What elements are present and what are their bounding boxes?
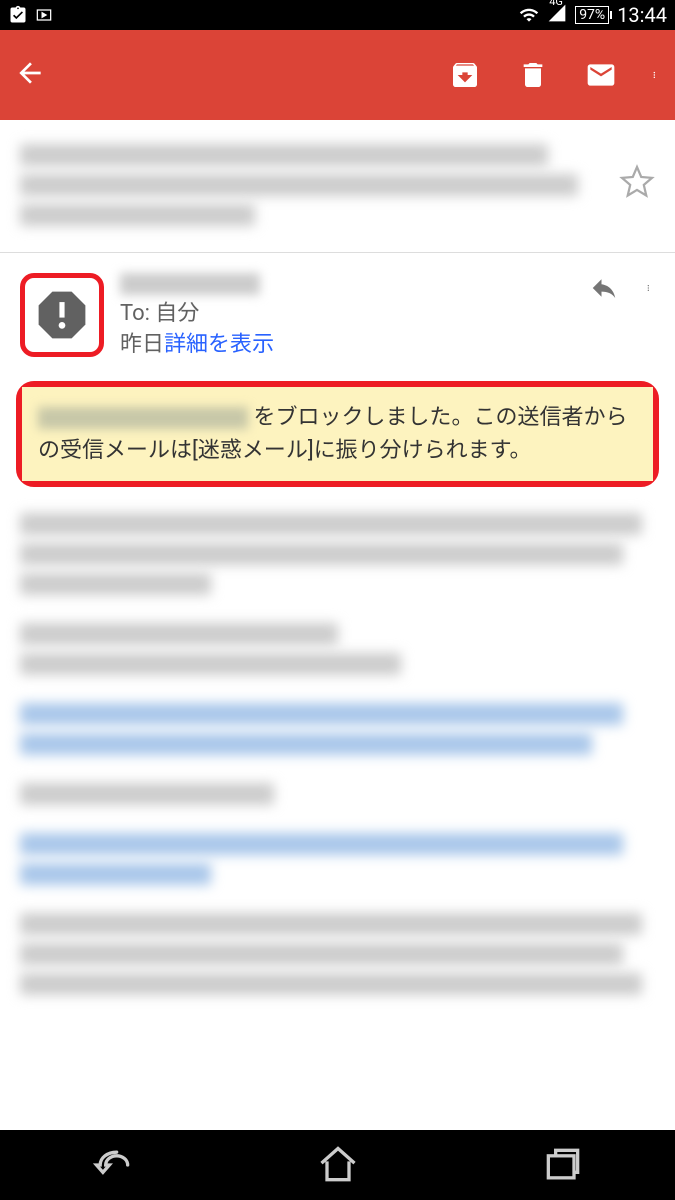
nav-back-icon[interactable] xyxy=(91,1143,135,1187)
nav-home-icon[interactable] xyxy=(316,1143,360,1187)
recipient-line: To: 自分 xyxy=(120,299,573,330)
blocked-banner-highlight: をブロックしました。この送信者からの受信メールは[迷惑メール]に振り分けられます… xyxy=(16,381,659,487)
sender-block: To: 自分 昨日詳細を表示 xyxy=(0,253,675,371)
blocked-banner: をブロックしました。この送信者からの受信メールは[迷惑メール]に振り分けられます… xyxy=(22,387,653,481)
archive-icon[interactable] xyxy=(449,59,481,91)
body-blur xyxy=(20,973,642,995)
body-link-blur xyxy=(20,703,623,725)
spam-avatar-icon xyxy=(29,282,95,348)
subject-blur xyxy=(20,174,578,196)
reply-icon[interactable] xyxy=(589,273,619,303)
app-toolbar xyxy=(0,30,675,120)
nav-recent-icon[interactable] xyxy=(541,1143,585,1187)
clock: 13:44 xyxy=(617,3,667,27)
mark-unread-icon[interactable] xyxy=(585,59,617,91)
body-link-blur xyxy=(20,863,211,885)
date-details-line: 昨日詳細を表示 xyxy=(120,330,573,361)
subject-blur xyxy=(20,144,548,166)
nav-bar xyxy=(0,1130,675,1200)
subject-blur xyxy=(20,204,255,226)
body-blur xyxy=(20,783,274,805)
more-vert-icon[interactable] xyxy=(653,59,661,91)
blocked-sender-blur xyxy=(38,407,248,429)
body-blur xyxy=(20,943,623,965)
star-icon[interactable] xyxy=(619,164,655,200)
body-blur xyxy=(20,913,642,935)
play-store-icon xyxy=(34,5,54,25)
avatar-highlight xyxy=(20,273,104,357)
wifi-icon xyxy=(519,5,539,25)
body-blur xyxy=(20,623,338,645)
email-body xyxy=(0,497,675,1039)
body-blur xyxy=(20,543,623,565)
subject-area xyxy=(0,120,675,252)
clipboard-icon xyxy=(8,5,28,25)
status-bar: 4G 97% 13:44 xyxy=(0,0,675,30)
sender-name-blur xyxy=(120,273,260,295)
body-blur xyxy=(20,513,642,535)
delete-icon[interactable] xyxy=(517,59,549,91)
sender-more-icon[interactable] xyxy=(647,273,655,303)
battery-indicator: 97% xyxy=(575,6,609,24)
back-icon[interactable] xyxy=(14,57,46,89)
body-link-blur xyxy=(20,833,623,855)
body-blur xyxy=(20,573,211,595)
show-details-link[interactable]: 詳細を表示 xyxy=(164,332,274,357)
network-type: 4G xyxy=(549,0,563,8)
body-blur xyxy=(20,653,401,675)
body-link-blur xyxy=(20,733,592,755)
